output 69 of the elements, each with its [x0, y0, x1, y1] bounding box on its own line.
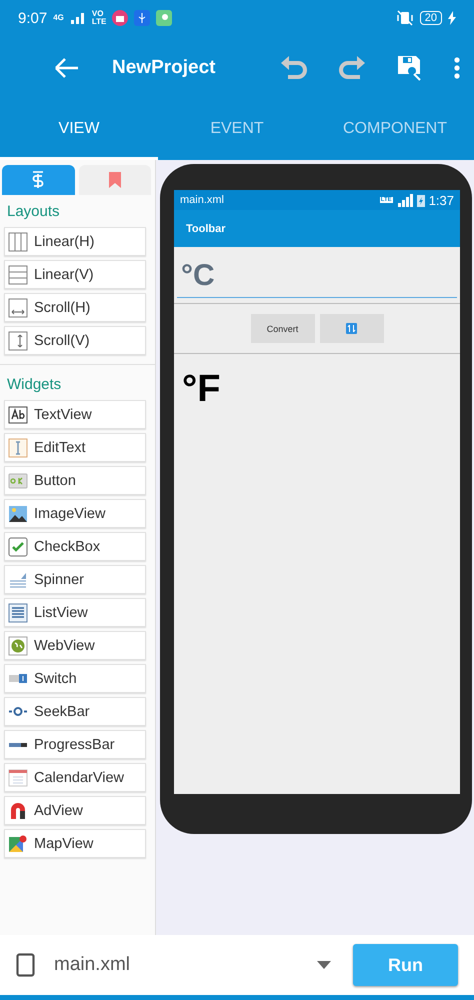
- screen-title: main.xml: [180, 194, 224, 206]
- slider-icon: [8, 707, 28, 716]
- clock-time: 9:07: [18, 10, 48, 26]
- palette-item[interactable]: CheckBox: [4, 532, 146, 561]
- text-icon: [8, 404, 28, 424]
- columns-icon: [8, 232, 28, 252]
- toggle-icon: [8, 674, 28, 683]
- palette-item[interactable]: Spinner: [4, 565, 146, 594]
- convert-button[interactable]: Convert: [250, 314, 314, 343]
- list-icon: [8, 602, 28, 622]
- palette-item[interactable]: ProgressBar: [4, 730, 146, 759]
- palette-item[interactable]: Linear(H): [4, 227, 146, 256]
- app-notification-icon: [112, 10, 128, 26]
- back-button[interactable]: [54, 57, 80, 79]
- calendar-icon: [8, 768, 28, 788]
- palette-item[interactable]: MapView: [4, 829, 146, 858]
- text-cursor-icon: [8, 438, 28, 458]
- vertical-scroll-icon: [8, 330, 28, 350]
- clock-time: 1:37: [428, 192, 454, 208]
- bookmark-icon: [108, 172, 121, 188]
- vibrate-off-icon: [396, 10, 414, 26]
- usb-icon: [134, 10, 150, 26]
- palette-tab[interactable]: [78, 165, 151, 195]
- battery-icon: [416, 194, 425, 206]
- input-field[interactable]: °C: [177, 252, 457, 298]
- palette-tab[interactable]: [2, 165, 74, 195]
- volte-label: VO: [92, 10, 104, 18]
- swap-icon: [346, 323, 357, 334]
- horizontal-scroll-icon: [8, 298, 28, 318]
- map-icon: [8, 834, 28, 854]
- palette-item[interactable]: Linear(V): [4, 260, 146, 289]
- palette-item[interactable]: Button: [4, 466, 146, 495]
- palette-item[interactable]: ImageView: [4, 499, 146, 528]
- ok-button-icon: [8, 470, 28, 490]
- checkbox-icon: [8, 536, 28, 556]
- palette-item[interactable]: CalendarView: [4, 763, 146, 792]
- undo-button[interactable]: [280, 55, 308, 81]
- rows-icon: [8, 264, 28, 284]
- palette-item[interactable]: AdView: [4, 796, 146, 825]
- file-icon: [16, 953, 36, 977]
- palette-item[interactable]: Scroll(V): [4, 326, 146, 355]
- signal-icon: [70, 12, 86, 24]
- palette-item[interactable]: EditText: [4, 433, 146, 462]
- result-text: °F: [181, 367, 222, 411]
- palette-item[interactable]: TextView: [4, 400, 146, 429]
- section-title: Layouts: [7, 203, 61, 220]
- more-menu-button[interactable]: [454, 57, 460, 79]
- file-selector[interactable]: main.xml: [54, 954, 317, 976]
- redo-button[interactable]: [338, 55, 366, 81]
- volte-label: LTE: [92, 18, 106, 26]
- app-notification-icon: [156, 10, 172, 26]
- palette-item[interactable]: Scroll(H): [4, 293, 146, 322]
- palette-item[interactable]: Switch: [4, 664, 146, 693]
- palette-item[interactable]: ListView: [4, 598, 146, 627]
- palette-item[interactable]: WebView: [4, 631, 146, 660]
- globe-icon: [8, 636, 28, 656]
- signal-icon: [396, 194, 413, 206]
- toolbar-title: Toolbar: [186, 222, 226, 234]
- network-type: 4G: [53, 14, 64, 22]
- palette-item[interactable]: SeekBar: [4, 697, 146, 726]
- progress-icon: [8, 742, 28, 746]
- widgets-icon: [32, 171, 44, 189]
- dropdown-caret-icon[interactable]: [317, 961, 331, 969]
- swap-button[interactable]: [320, 314, 384, 343]
- image-icon: [8, 504, 28, 524]
- section-title: Widgets: [7, 376, 62, 393]
- battery-level: 20: [420, 11, 442, 25]
- project-title: NewProject: [112, 57, 216, 79]
- charging-icon: [448, 11, 456, 25]
